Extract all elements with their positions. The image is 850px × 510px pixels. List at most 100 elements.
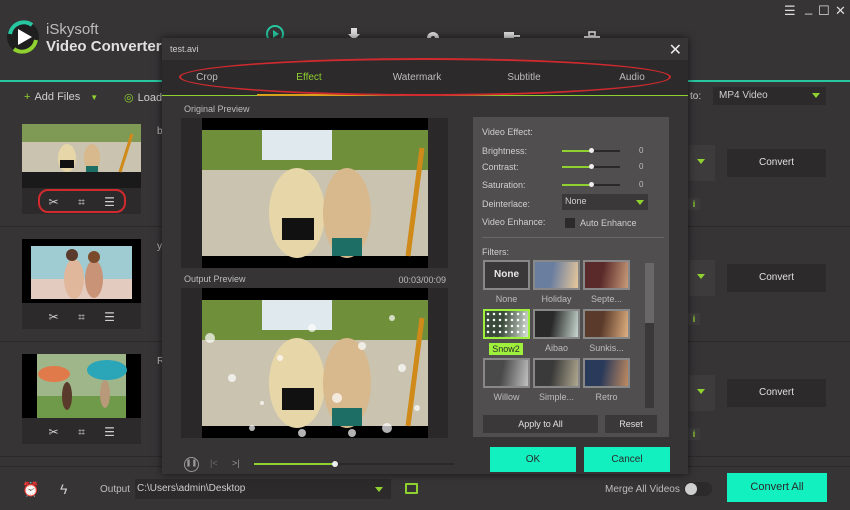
row-format-dropdown[interactable] [689, 375, 715, 411]
effects-sliders-icon[interactable]: ☰ [103, 425, 117, 439]
filter-name: Septe... [590, 294, 623, 304]
filter-name: Simple... [538, 392, 574, 402]
maximize-icon[interactable]: ☐ [818, 3, 830, 19]
filter-thumbnail[interactable]: None [483, 260, 530, 290]
reset-button[interactable]: Reset [605, 415, 657, 433]
contrast-value: 0 [639, 162, 644, 171]
add-files-label: Add Files [34, 91, 81, 103]
add-files-button[interactable]: + Add Files ▼ [24, 91, 98, 103]
output-preview [181, 288, 448, 438]
playback-seekbar[interactable] [254, 461, 454, 467]
deinterlace-select[interactable]: None [562, 194, 648, 210]
effects-sliders-icon[interactable]: ☰ [103, 310, 117, 324]
chevron-down-icon[interactable]: ▼ [90, 93, 98, 102]
info-icon[interactable]: i [688, 428, 700, 440]
output-preview-label: Output Preview [184, 274, 246, 284]
original-preview-label: Original Preview [184, 104, 250, 114]
cancel-button[interactable]: Cancel [584, 447, 670, 472]
brightness-value: 0 [639, 146, 644, 155]
toggle-knob [685, 483, 697, 495]
brand-name: iSkysoft [46, 21, 99, 38]
menu-icon[interactable]: ☰ [784, 3, 796, 19]
chevron-down-icon [812, 93, 820, 98]
slider-handle[interactable] [589, 164, 594, 169]
chevron-down-icon [375, 487, 383, 492]
info-icon[interactable]: i [688, 198, 700, 210]
chevron-down-icon [697, 389, 705, 394]
merge-videos-toggle[interactable] [684, 482, 712, 496]
row-format-dropdown[interactable] [689, 260, 715, 296]
saturation-slider[interactable] [562, 182, 620, 187]
filter-thumbnail[interactable] [533, 358, 580, 388]
contrast-slider[interactable] [562, 164, 620, 169]
row-format-dropdown[interactable] [689, 145, 715, 181]
convert-to-label: to: [690, 91, 702, 102]
lightning-icon[interactable]: ϟ [60, 481, 67, 497]
filter-thumbnail[interactable] [583, 309, 630, 339]
close-window-icon[interactable]: ✕ [835, 3, 846, 19]
deinterlace-label: Deinterlace: [482, 199, 531, 209]
brightness-slider[interactable] [562, 148, 620, 153]
apply-to-all-button[interactable]: Apply to All [483, 415, 598, 433]
video-enhance-label: Video Enhance: [482, 217, 546, 227]
saturation-label: Saturation: [482, 180, 526, 190]
video-thumbnail[interactable] [22, 239, 141, 303]
pause-button[interactable]: ❚❚ [184, 457, 199, 472]
filter-thumbnail[interactable] [583, 358, 630, 388]
file-thumbnail-card: ✂ ⌗ ☰ [22, 354, 141, 444]
slider-handle[interactable] [589, 182, 594, 187]
disc-icon: ◎ [124, 92, 134, 104]
filter-thumbnail[interactable] [483, 358, 530, 388]
thumbnail-tools: ✂ ⌗ ☰ [22, 305, 141, 329]
auto-enhance-checkbox[interactable] [565, 218, 575, 228]
filter-thumbnail[interactable] [483, 309, 530, 339]
playback-time: 00:03/00:09 [398, 275, 446, 285]
minimize-icon[interactable]: _ [805, 0, 812, 15]
filter-name: Sunkis... [589, 343, 624, 353]
convert-button[interactable]: Convert [727, 149, 826, 177]
output-path-field[interactable]: C:\Users\admin\Desktop [135, 479, 391, 499]
original-preview [181, 118, 448, 268]
chevron-down-icon [697, 159, 705, 164]
convert-all-button[interactable]: Convert All [727, 473, 827, 502]
filter-thumbnail[interactable] [533, 309, 580, 339]
video-thumbnail[interactable] [22, 354, 141, 418]
crop-icon[interactable]: ⌗ [75, 310, 89, 324]
filter-thumbnail[interactable] [583, 260, 630, 290]
highlight-annotation [179, 58, 671, 96]
close-icon[interactable]: ✕ [669, 40, 682, 60]
previous-frame-icon[interactable]: |< [210, 458, 218, 468]
video-thumbnail[interactable] [22, 124, 141, 188]
ok-button[interactable]: OK [490, 447, 576, 472]
load-button[interactable]: ◎ Load [124, 91, 162, 105]
alarm-clock-icon[interactable]: ⏰ [22, 481, 39, 498]
slider-fill [562, 184, 591, 186]
slider-handle[interactable] [589, 148, 594, 153]
format-value: MP4 Video [719, 90, 768, 101]
seek-handle[interactable] [331, 461, 338, 467]
output-format-select[interactable]: MP4 Video [713, 87, 826, 105]
slider-fill [562, 166, 591, 168]
convert-button[interactable]: Convert [727, 264, 826, 292]
filter-thumbnail[interactable] [533, 260, 580, 290]
saturation-value: 0 [639, 180, 644, 189]
output-preview-image [202, 288, 428, 438]
filter-name: Holiday [541, 294, 572, 304]
plus-icon: + [24, 91, 31, 103]
trim-scissors-icon[interactable]: ✂ [47, 425, 61, 439]
filters-scrollbar[interactable] [645, 263, 654, 408]
crop-icon[interactable]: ⌗ [75, 425, 89, 439]
convert-button[interactable]: Convert [727, 379, 826, 407]
contrast-label: Contrast: [482, 162, 519, 172]
info-icon[interactable]: i [688, 313, 700, 325]
merge-videos-label: Merge All Videos [605, 484, 680, 495]
original-preview-image [202, 118, 428, 268]
open-folder-icon[interactable] [405, 483, 418, 494]
chevron-down-icon [636, 200, 644, 205]
filter-name: Snow2 [489, 343, 523, 355]
next-frame-icon[interactable]: >| [232, 458, 240, 468]
scroll-thumb[interactable] [645, 263, 654, 323]
divider [482, 237, 664, 238]
highlight-annotation [38, 189, 126, 213]
trim-scissors-icon[interactable]: ✂ [47, 310, 61, 324]
